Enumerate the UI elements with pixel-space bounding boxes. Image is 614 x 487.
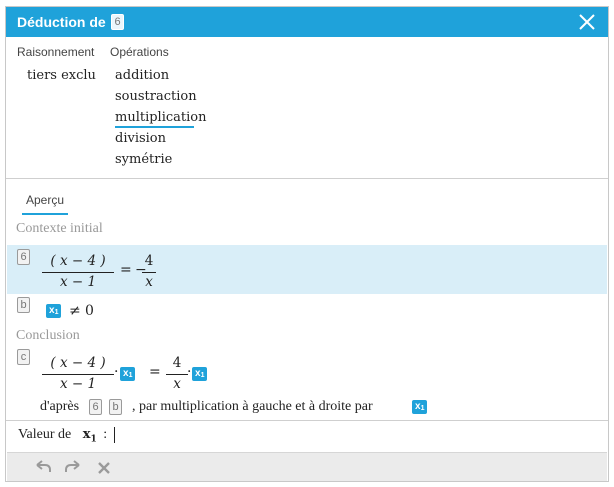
statement-c-lhs-denominator: x − 1 — [59, 376, 97, 392]
operations-header: Opérations — [110, 45, 169, 59]
statement-b-relation: ≠ — [69, 303, 81, 319]
fraction-bar — [142, 272, 156, 273]
value-input-colon: : — [103, 427, 108, 442]
statement-c-ref[interactable]: c — [17, 349, 30, 365]
reasoning-list: tiers exclu — [27, 67, 96, 88]
dialog-title: Déduction de — [17, 14, 106, 30]
fraction-bar — [42, 374, 114, 375]
statement-6-rhs-fraction: 4 x — [142, 253, 156, 291]
statement-b-variable[interactable]: x1 — [46, 304, 62, 318]
bottom-toolbar — [7, 452, 607, 481]
value-input-field[interactable] — [114, 427, 115, 443]
operation-item-addition[interactable]: addition — [115, 67, 197, 88]
justification-ref-b[interactable]: b — [109, 399, 122, 415]
variable-name: x — [82, 427, 91, 442]
deduction-dialog: Déduction de 6 Raisonnement Opérations t… — [5, 6, 609, 482]
variable-subscript: 1 — [200, 372, 205, 379]
title-ref-badge: 6 — [111, 14, 124, 30]
tab-apercu[interactable]: Aperçu — [22, 193, 69, 215]
value-input-label: Valeur de — [18, 427, 72, 442]
statement-c-dot-right: · — [187, 364, 192, 380]
statement-c-variable-right[interactable]: x1 — [192, 367, 208, 381]
statement-c-dot-left: · — [114, 364, 119, 380]
statement-6-rhs-denominator: x — [145, 274, 153, 290]
statement-6-lhs-denominator: x − 1 — [59, 274, 97, 290]
dialog-titlebar: Déduction de 6 — [6, 7, 608, 37]
undo-icon[interactable] — [33, 459, 53, 477]
conclusion-label: Conclusion — [16, 328, 80, 343]
statement-c-lhs-numerator: ( x − 4 ) — [50, 355, 106, 371]
justification-text: , par multiplication à gauche et à droit… — [132, 399, 373, 414]
statement-6-ref[interactable]: 6 — [17, 249, 30, 265]
context-label: Contexte initial — [16, 221, 103, 236]
justification-prefix: d'après — [40, 399, 80, 414]
operation-item-soustraction[interactable]: soustraction — [115, 88, 197, 109]
statement-b-ref[interactable]: b — [17, 297, 30, 313]
statement-c-equals: = — [149, 364, 161, 380]
operation-item-multiplication[interactable]: multiplication — [115, 109, 207, 128]
statement-6-rhs-numerator: 4 — [144, 253, 154, 269]
reasoning-item-tiers-exclu[interactable]: tiers exclu — [27, 67, 96, 88]
statement-b-value: 0 — [85, 303, 94, 319]
statement-6-lhs-numerator: ( x − 4 ) — [50, 253, 106, 269]
value-input-row: Valeur de x1 : — [18, 427, 107, 445]
variable-subscript: 1 — [54, 309, 59, 316]
input-divider — [6, 420, 608, 421]
operation-item-division[interactable]: division — [115, 130, 197, 151]
justification-variable[interactable]: x1 — [412, 400, 428, 414]
section-divider — [6, 178, 608, 179]
justification-ref-6[interactable]: 6 — [89, 399, 102, 415]
reasoning-header: Raisonnement — [17, 45, 95, 59]
variable-subscript: 1 — [128, 372, 133, 379]
operation-item-symetrie[interactable]: symétrie — [115, 151, 197, 172]
statement-c-rhs-denominator: x — [173, 376, 181, 392]
statement-c-rhs-fraction: 4 x — [166, 355, 188, 393]
statement-c-variable-left[interactable]: x1 — [120, 367, 136, 381]
operations-list: addition soustraction multiplication div… — [115, 67, 207, 172]
variable-subscript: 1 — [90, 434, 97, 445]
clear-icon[interactable] — [94, 459, 114, 477]
variable-subscript: 1 — [420, 405, 425, 412]
fraction-bar — [42, 272, 114, 273]
statement-6-lhs-fraction: ( x − 4 ) x − 1 — [42, 253, 114, 291]
fraction-bar — [166, 374, 188, 375]
value-input-variable: x1 — [82, 427, 97, 445]
close-icon[interactable] — [578, 13, 596, 31]
redo-icon[interactable] — [63, 459, 83, 477]
statement-6-equals: = — [120, 262, 132, 278]
statement-c-lhs-fraction: ( x − 4 ) x − 1 — [42, 355, 114, 393]
statement-c-rhs-numerator: 4 — [172, 355, 182, 371]
